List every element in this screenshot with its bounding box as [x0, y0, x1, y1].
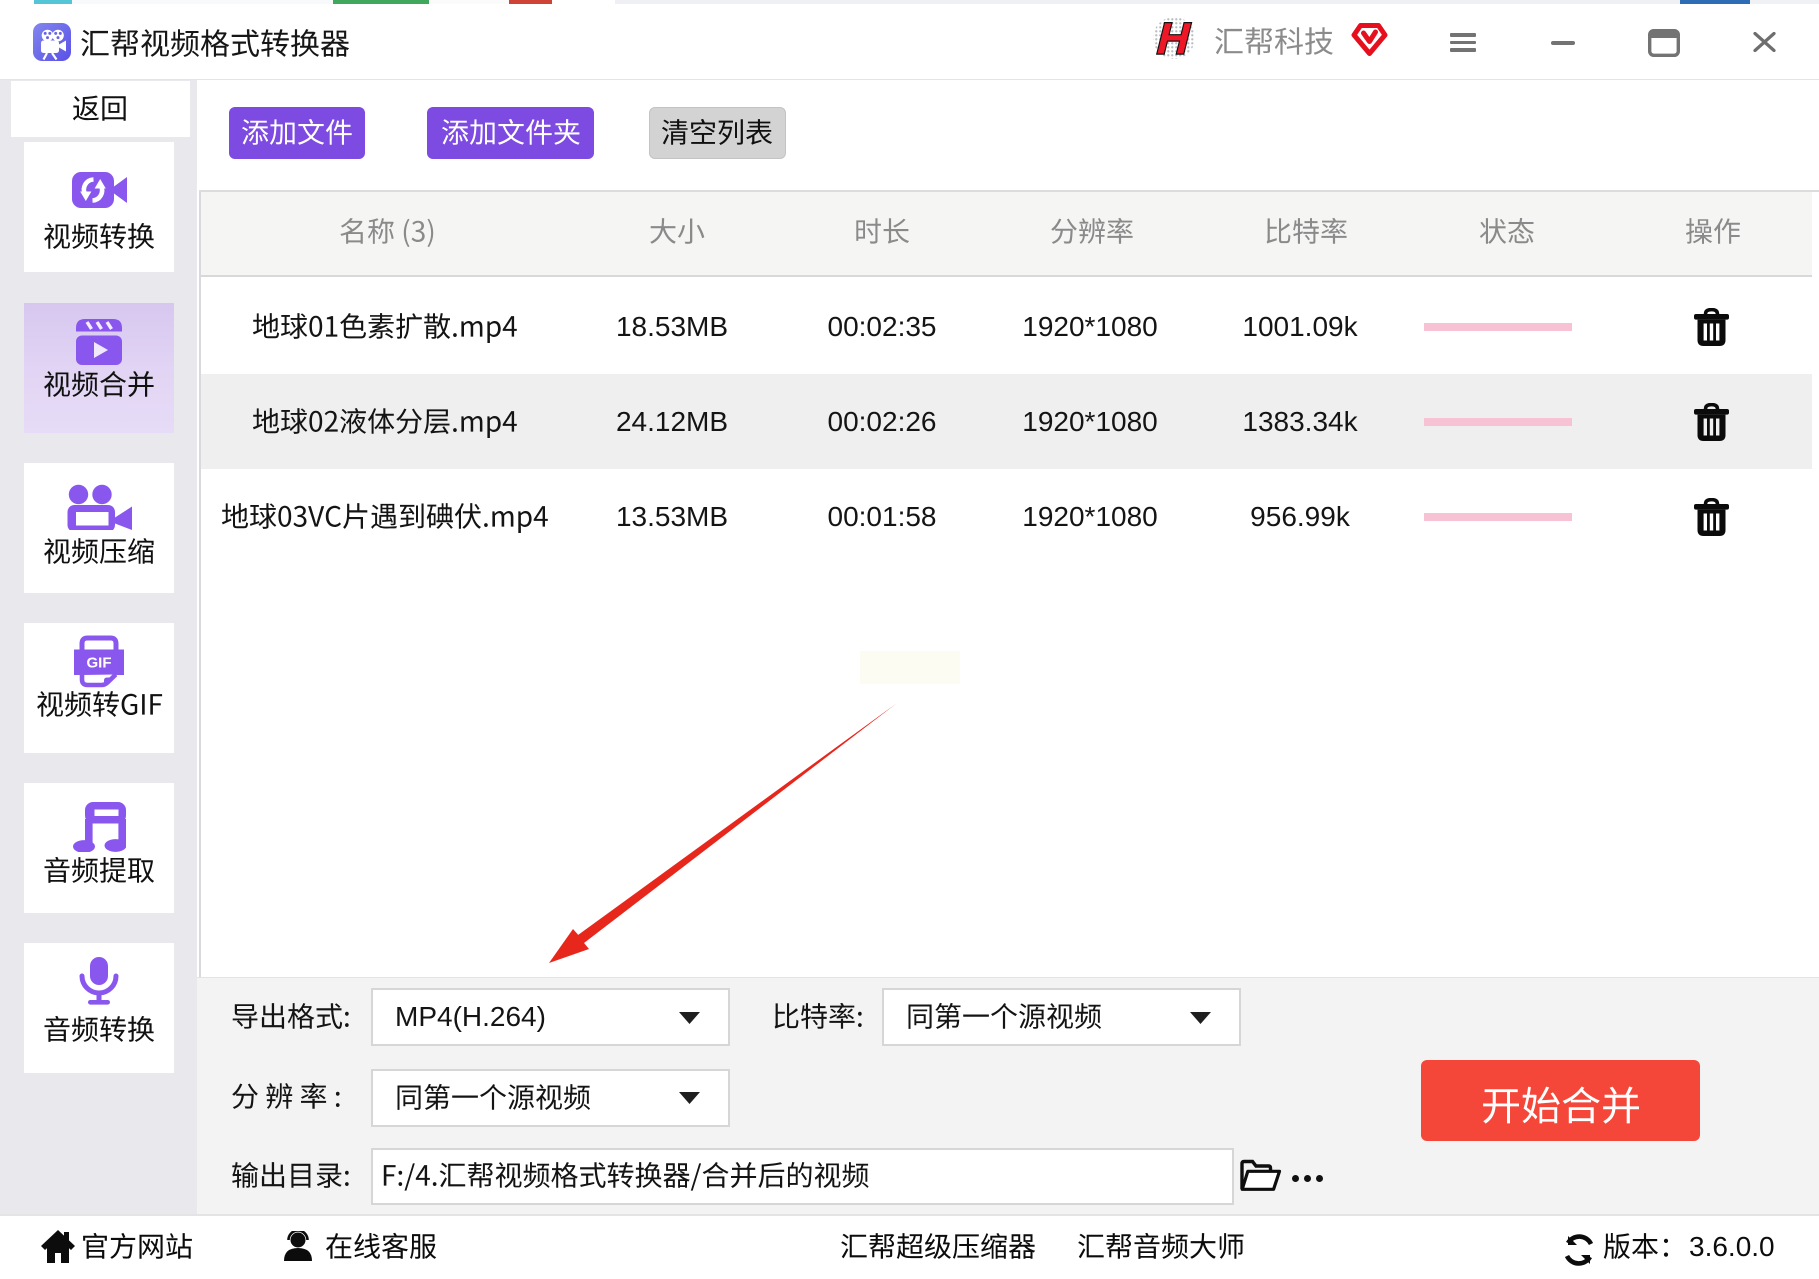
svg-text:GIF: GIF — [87, 655, 112, 672]
svg-text:H: H — [1152, 15, 1196, 62]
